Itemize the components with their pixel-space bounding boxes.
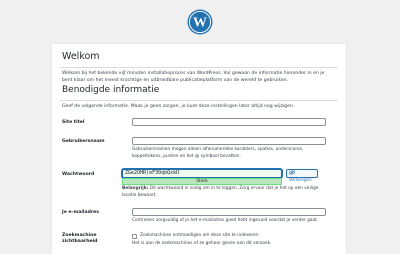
- site-title-label: Site titel: [62, 120, 85, 125]
- email-input[interactable]: [132, 208, 326, 216]
- search-visibility-description: Het is aan de zoekmachines of ze gehoor …: [132, 241, 272, 246]
- required-info-intro-text: Geef de volgende informatie. Maak je gee…: [62, 104, 295, 109]
- eye-slash-icon: [289, 170, 295, 175]
- search-visibility-checkbox-label[interactable]: Zoekmachines ontmoedigen om deze site te…: [140, 233, 330, 240]
- wordpress-logo: W: [187, 9, 213, 35]
- hide-password-button[interactable]: Verbergen: [286, 169, 318, 183]
- welcome-heading: Welkom: [62, 51, 100, 62]
- welcome-divider: [60, 67, 338, 68]
- email-label: Je e-mailadres: [62, 210, 99, 215]
- site-title-input[interactable]: [132, 118, 326, 126]
- required-info-heading: Benodigde informatie: [62, 85, 160, 95]
- svg-text:W: W: [193, 16, 207, 31]
- welcome-intro-text: Welkom bij het bekende vijf minuten inst…: [62, 71, 325, 83]
- username-label: Gebruikersnaam: [62, 139, 105, 144]
- email-description: Controleer zorgvuldig of je het e-mailad…: [132, 218, 319, 223]
- search-visibility-checkbox[interactable]: [132, 234, 137, 239]
- hide-password-label: Verbergen: [289, 178, 312, 183]
- username-input[interactable]: [132, 137, 326, 145]
- password-note: Belangrijk: Dit wachtwoord is nodig om i…: [122, 186, 320, 199]
- install-form-card: Welkom Welkom bij het bekende vijf minut…: [52, 44, 346, 254]
- search-visibility-label: Zoekmachine zichtbaarheid: [62, 233, 98, 244]
- required-info-divider: [60, 100, 338, 101]
- username-description: Gebruikersnamen mogen alleen alfanumerie…: [132, 147, 304, 159]
- wordpress-logo-icon: W: [187, 9, 213, 35]
- password-label: Wachtwoord: [62, 172, 95, 177]
- password-note-text: Dit wachtwoord is nodig om in te loggen.…: [122, 186, 319, 198]
- password-strength-meter: Sterk: [122, 178, 282, 185]
- password-input[interactable]: ZGe2OHR(eF30qbQxkU: [122, 169, 282, 178]
- password-note-important: Belangrijk:: [122, 186, 149, 191]
